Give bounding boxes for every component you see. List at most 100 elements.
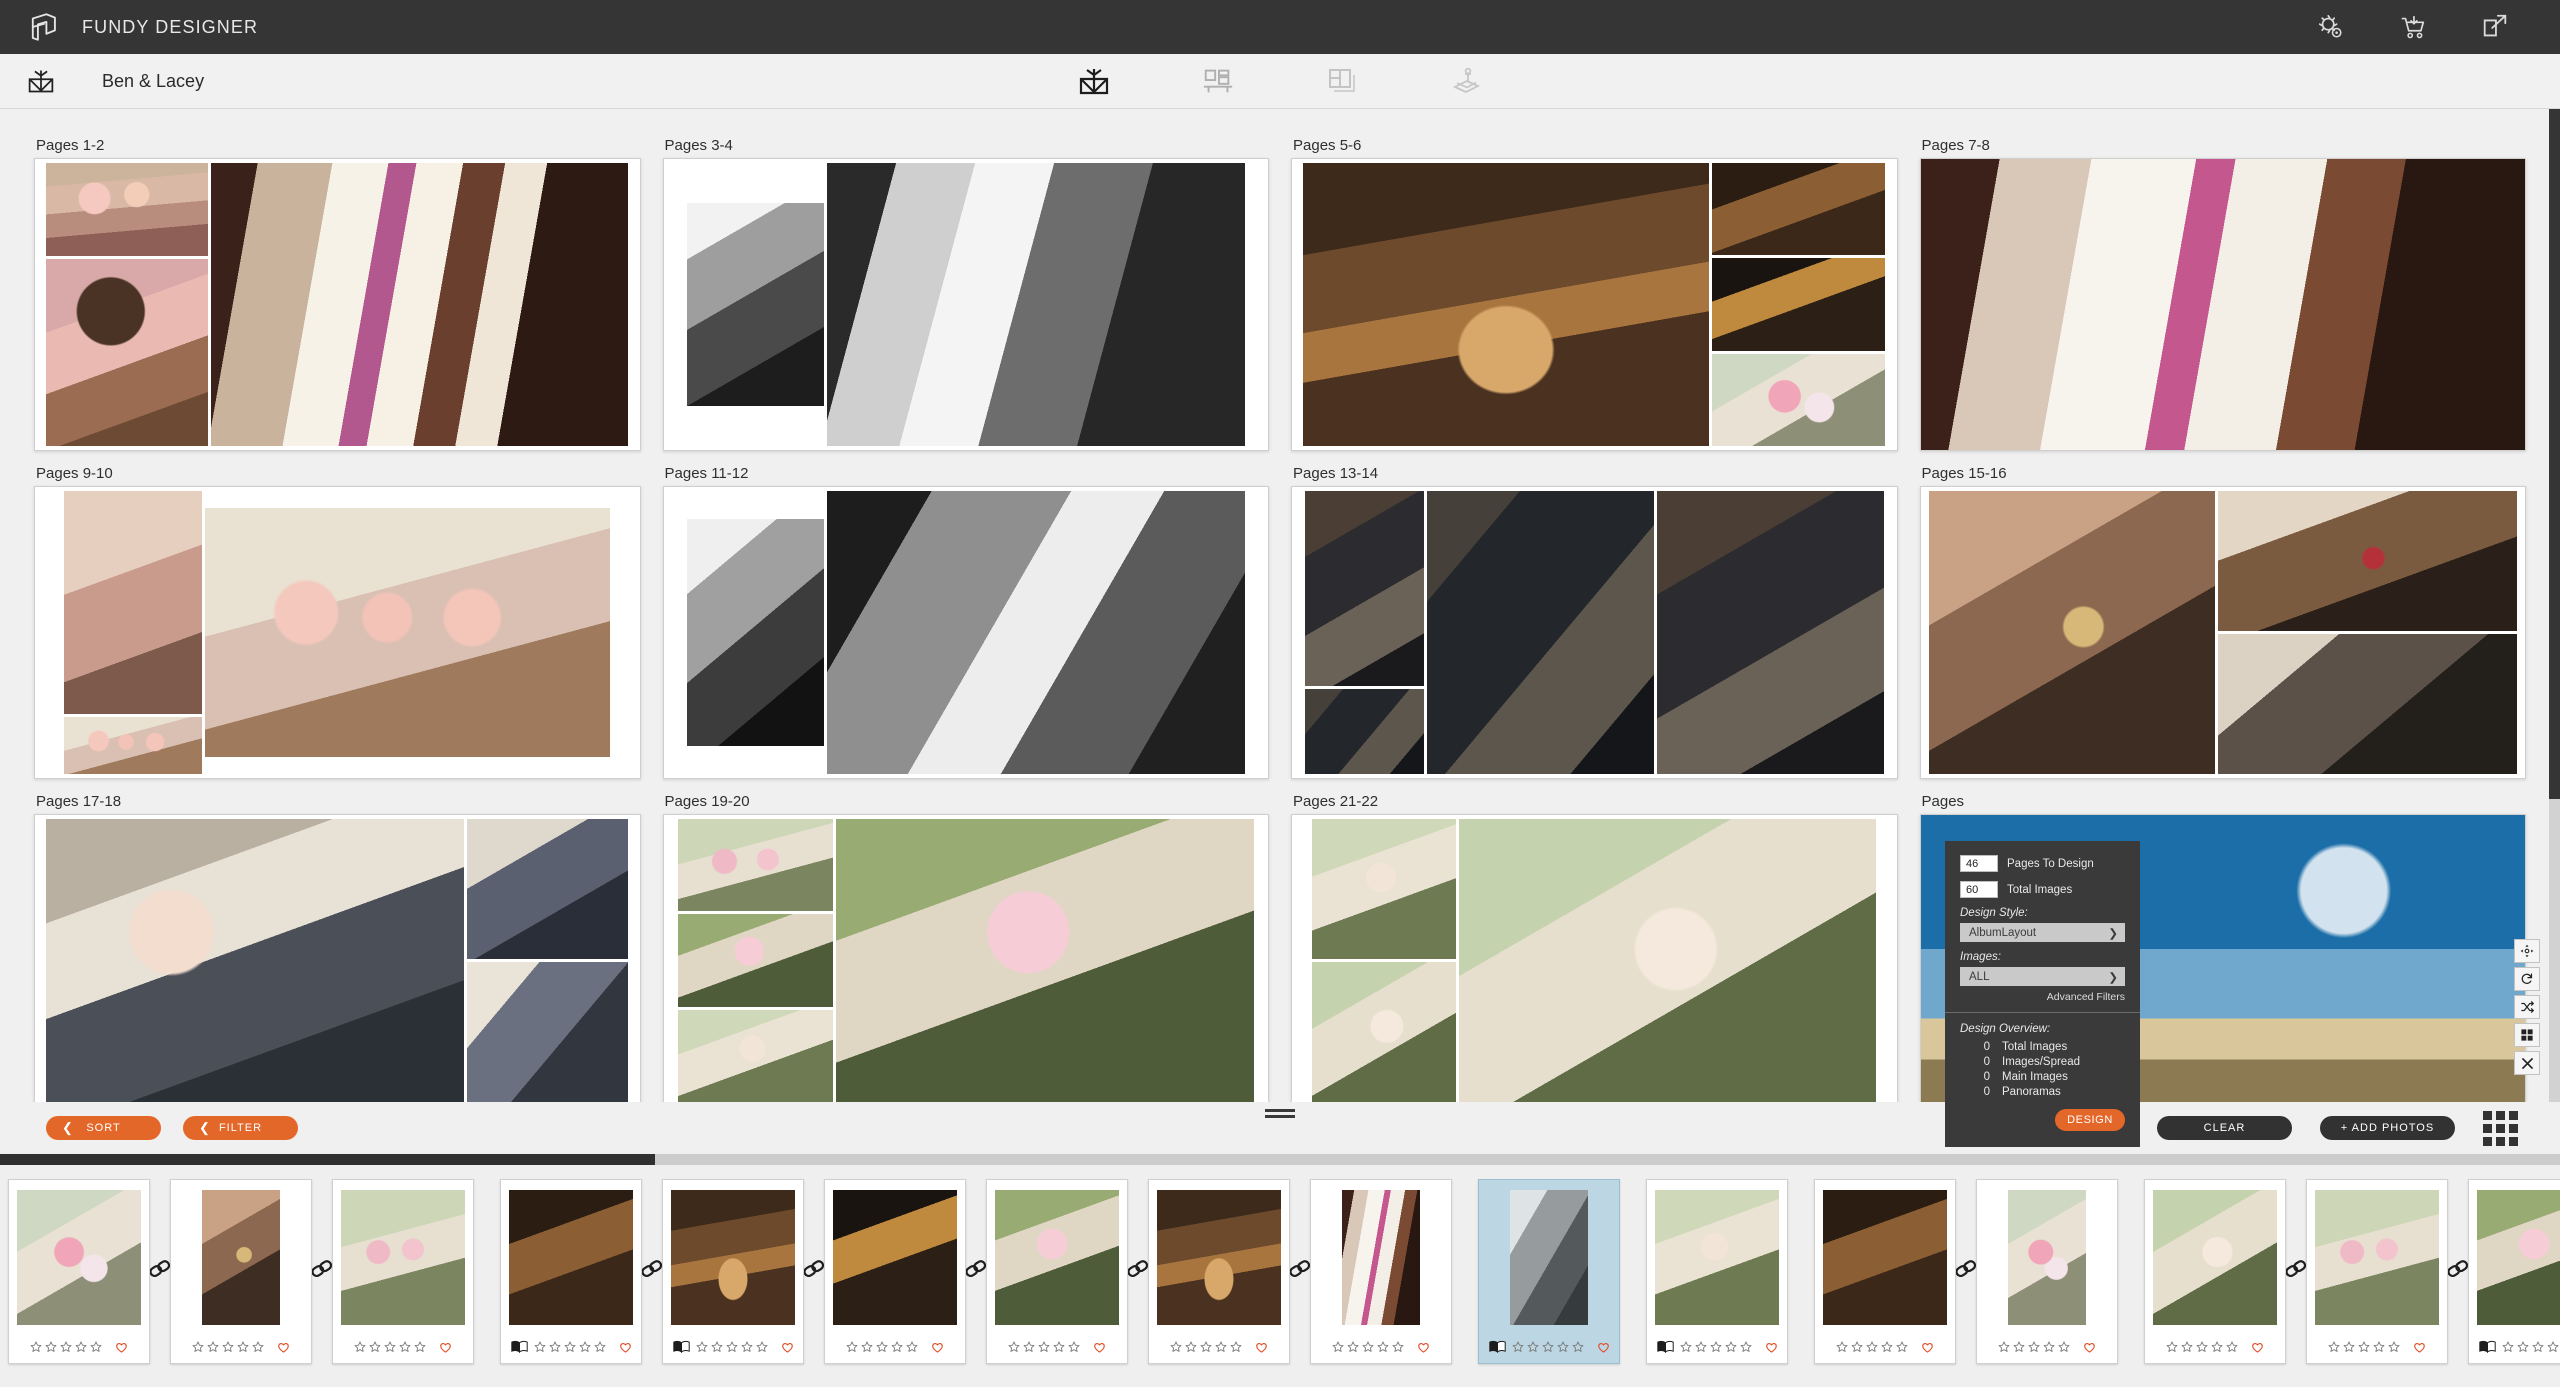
thumbnail-image[interactable]	[1157, 1190, 1281, 1325]
grid-view-icon[interactable]	[2483, 1110, 2518, 1146]
rating-star-icon[interactable]	[1740, 1341, 1752, 1353]
rating-star-icon[interactable]	[2043, 1341, 2055, 1353]
rating-star-icon[interactable]	[2196, 1341, 2208, 1353]
rating-star-icon[interactable]	[711, 1341, 723, 1353]
spread-canvas-box[interactable]	[1919, 486, 2526, 779]
rating-star-icon[interactable]	[1008, 1341, 1020, 1353]
heart-icon[interactable]	[2413, 1341, 2426, 1354]
rating-star-icon[interactable]	[1185, 1341, 1197, 1353]
link-group-indicator[interactable]	[965, 1257, 987, 1286]
rating-star-icon[interactable]	[1725, 1341, 1737, 1353]
heart-icon[interactable]	[115, 1341, 128, 1354]
rating-star-icon[interactable]	[354, 1341, 366, 1353]
rating-star-icon[interactable]	[2343, 1341, 2355, 1353]
rating-star-icon[interactable]	[1362, 1341, 1374, 1353]
rating-star-icon[interactable]	[222, 1341, 234, 1353]
rating-star-icon[interactable]	[846, 1341, 858, 1353]
rating-star-icon[interactable]	[1512, 1341, 1524, 1353]
spread-item[interactable]: Pages 21-22	[1291, 793, 1898, 1107]
thumbnail-image[interactable]	[1823, 1190, 1947, 1325]
thumb-garden-dusk[interactable]	[986, 1179, 1128, 1364]
heart-icon[interactable]	[439, 1341, 452, 1354]
add-photos-button[interactable]: + ADD PHOTOS	[2320, 1116, 2455, 1140]
spread-photo[interactable]	[1427, 491, 1654, 774]
spread-item[interactable]: Pages 11-12	[662, 465, 1269, 779]
thumb-ceremony-kiss[interactable]	[2144, 1179, 2286, 1364]
rating-star-icon[interactable]	[30, 1341, 42, 1353]
rating-star-icon[interactable]	[2517, 1341, 2529, 1353]
spread-item[interactable]: Pages 19-20	[662, 793, 1269, 1107]
thumbnail-image[interactable]	[17, 1190, 141, 1325]
rating-star-icon[interactable]	[2028, 1341, 2040, 1353]
spread-photo[interactable]	[1712, 163, 1886, 256]
tab-print[interactable]	[1449, 65, 1483, 97]
rating-star-icon[interactable]	[1200, 1341, 1212, 1353]
heart-icon[interactable]	[277, 1341, 290, 1354]
thumb-perfume-bottle[interactable]	[170, 1179, 312, 1364]
spread-photo[interactable]	[1920, 159, 2525, 450]
rating-star-icon[interactable]	[579, 1341, 591, 1353]
vertical-scrollbar-thumb[interactable]	[2549, 109, 2560, 799]
rating-star-icon[interactable]	[2181, 1341, 2193, 1353]
heart-icon[interactable]	[2251, 1341, 2264, 1354]
grid-layout-icon[interactable]	[2514, 1023, 2540, 1047]
rating-star-icon[interactable]	[1542, 1341, 1554, 1353]
sort-button[interactable]: ❮ SORT	[46, 1116, 161, 1140]
spread-canvas-box[interactable]	[1291, 158, 1898, 451]
rating-star-icon[interactable]	[1557, 1341, 1569, 1353]
rating-star-icon[interactable]	[1347, 1341, 1359, 1353]
spread-photo[interactable]	[1928, 491, 2216, 774]
thumb-babys-breath[interactable]	[332, 1179, 474, 1364]
rating-star-icon[interactable]	[564, 1341, 576, 1353]
rating-star-icon[interactable]	[414, 1341, 426, 1353]
link-group-indicator[interactable]	[1955, 1257, 1977, 1286]
spread-photo[interactable]	[46, 819, 464, 1102]
heart-icon[interactable]	[2083, 1341, 2096, 1354]
heart-icon[interactable]	[781, 1341, 794, 1354]
album-book-icon[interactable]	[26, 67, 56, 95]
total-images-input[interactable]: 60	[1960, 881, 1998, 898]
spread-photo[interactable]	[46, 259, 208, 446]
spread-photo[interactable]	[1712, 258, 1886, 351]
spread-photo[interactable]	[467, 819, 629, 959]
rating-star-icon[interactable]	[1680, 1341, 1692, 1353]
spread-photo[interactable]	[1712, 353, 1886, 446]
thumbnail-image[interactable]	[341, 1190, 465, 1325]
spread-photo[interactable]	[1312, 962, 1456, 1102]
heart-icon[interactable]	[619, 1341, 632, 1354]
rating-star-icon[interactable]	[45, 1341, 57, 1353]
thumbnail-image[interactable]	[1342, 1190, 1420, 1325]
spread-photo[interactable]	[836, 819, 1254, 1102]
move-crosshair-icon[interactable]	[2514, 939, 2540, 963]
spread-canvas-box[interactable]	[34, 158, 641, 451]
shuffle-icon[interactable]	[2514, 995, 2540, 1019]
spread-photo[interactable]	[1304, 491, 1425, 687]
rating-star-icon[interactable]	[369, 1341, 381, 1353]
rating-star-icon[interactable]	[1023, 1341, 1035, 1353]
rating-star-icon[interactable]	[1215, 1341, 1227, 1353]
spread-canvas-box[interactable]	[662, 814, 1269, 1107]
thumbnail-image[interactable]	[1655, 1190, 1779, 1325]
thumbnail-image[interactable]	[995, 1190, 1119, 1325]
rating-star-icon[interactable]	[1998, 1341, 2010, 1353]
rating-star-icon[interactable]	[2058, 1341, 2070, 1353]
rating-star-icon[interactable]	[1068, 1341, 1080, 1353]
rating-star-icon[interactable]	[726, 1341, 738, 1353]
external-link-icon[interactable]	[2480, 12, 2510, 42]
rating-star-icon[interactable]	[1170, 1341, 1182, 1353]
spread-photo[interactable]	[1303, 163, 1710, 446]
thumbnail-image[interactable]	[2153, 1190, 2277, 1325]
tab-card[interactable]	[1325, 65, 1359, 97]
spread-photo[interactable]	[677, 819, 834, 912]
rating-star-icon[interactable]	[861, 1341, 873, 1353]
link-group-indicator[interactable]	[149, 1257, 171, 1286]
rating-star-icon[interactable]	[2373, 1341, 2385, 1353]
spread-canvas-box[interactable]	[1291, 814, 1898, 1107]
spread-item[interactable]: Pages 7-8	[1919, 137, 2526, 451]
heart-icon[interactable]	[1093, 1341, 1106, 1354]
horizontal-scrollbar[interactable]	[0, 1154, 2560, 1165]
thumbnail-image[interactable]	[2008, 1190, 2086, 1325]
images-filter-select[interactable]: ALL ❯	[1960, 967, 2125, 986]
rating-star-icon[interactable]	[534, 1341, 546, 1353]
clear-button[interactable]: CLEAR	[2157, 1116, 2292, 1140]
